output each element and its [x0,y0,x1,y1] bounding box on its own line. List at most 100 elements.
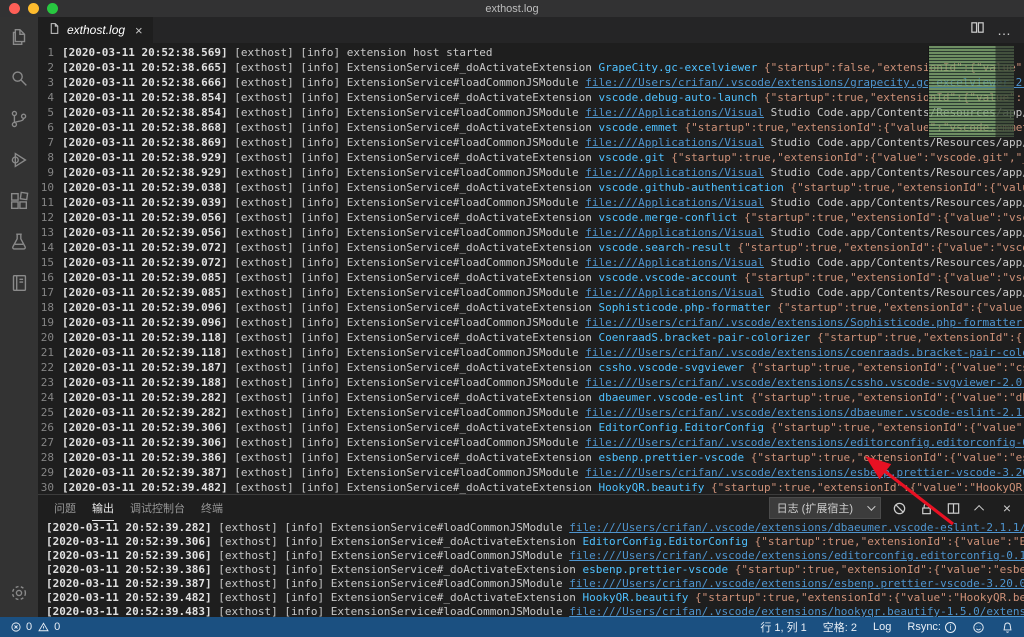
line-number: 28 [40,451,54,464]
log-line: 8 [2020-03-11 20:52:38.929] [exthost] [in… [38,150,1024,165]
editor[interactable]: 1 [2020-03-11 20:52:38.569] [exthost] [in… [38,43,1024,494]
close-panel-icon[interactable]: × [998,499,1016,517]
file-link[interactable]: file:///Users/crifan/.vscode/extensions/… [569,605,1024,617]
errors-indicator[interactable]: 0 [10,621,32,633]
line-number: 6 [47,121,54,134]
output-log[interactable]: [2020-03-11 20:52:39.282] [exthost] [inf… [38,521,1024,617]
tab-exthost-log[interactable]: exthost.log × [38,17,154,43]
extension-id: vscode.search-result [598,241,731,254]
line-number: 13 [40,226,54,239]
line-number: 19 [40,316,54,329]
file-link[interactable]: file:///Users/crifan/.vscode/extensions/… [585,346,1024,359]
more-actions-icon[interactable]: … [997,22,1012,38]
run-debug-icon[interactable] [7,148,31,172]
file-link[interactable]: file:///Users/crifan/.vscode/extensions/… [585,436,1024,449]
panel-tab-output[interactable]: 输出 [92,495,114,521]
extension-id: cssho.vscode-svgviewer [598,361,745,374]
activity-bar [0,17,38,617]
testing-beaker-icon[interactable] [7,230,31,254]
source-control-icon[interactable] [7,107,31,131]
timestamp: [2020-03-11 20:52:39.306] [46,549,212,562]
log-line: 16 [2020-03-11 20:52:39.085] [exthost] [i… [38,270,1024,285]
explorer-icon[interactable] [7,25,31,49]
bottom-panel: 问题 输出 调试控制台 终端 日志 (扩展宿主) × [2020-03-11 2… [38,494,1024,617]
timestamp: [2020-03-11 20:52:39.072] [62,241,228,254]
log-line: 10 [2020-03-11 20:52:39.038] [exthost] [i… [38,180,1024,195]
maximize-panel-icon[interactable] [971,499,989,517]
log-line: 24 [2020-03-11 20:52:39.282] [exthost] [i… [38,390,1024,405]
log-line: 7 [2020-03-11 20:52:38.869] [exthost] [in… [38,135,1024,150]
log-line: 6 [2020-03-11 20:52:38.868] [exthost] [in… [38,120,1024,135]
split-editor-icon[interactable] [970,20,985,40]
extensions-icon[interactable] [7,189,31,213]
timestamp: [2020-03-11 20:52:39.039] [62,196,228,209]
line-number: 27 [40,436,54,449]
timestamp: [2020-03-11 20:52:39.387] [46,577,212,590]
file-link[interactable]: file:///Applications/Visual [585,286,764,299]
lock-scroll-icon[interactable] [917,499,935,517]
rsync-status[interactable]: Rsync: i [907,621,956,633]
file-link[interactable]: file:///Users/crifan/.vscode/extensions/… [569,577,1024,590]
timestamp: [2020-03-11 20:52:38.854] [62,106,228,119]
file-link[interactable]: file:///Users/crifan/.vscode/extensions/… [569,521,1024,534]
timestamp: [2020-03-11 20:52:38.868] [62,121,228,134]
extension-id: HookyQR.beautify [598,481,705,494]
line-number: 3 [47,76,54,89]
warnings-indicator[interactable]: 0 [37,621,60,633]
timestamp: [2020-03-11 20:52:39.187] [62,361,228,374]
panel-tab-terminal[interactable]: 终端 [201,495,223,521]
file-link[interactable]: file:///Users/crifan/.vscode/extensions/… [585,466,1024,479]
panel-tab-debug-console[interactable]: 调试控制台 [130,495,185,521]
file-link[interactable]: file:///Applications/Visual [585,136,764,149]
language-mode[interactable]: Log [873,621,891,633]
file-link[interactable]: file:///Applications/Visual [585,226,764,239]
log-line: 1 [2020-03-11 20:52:38.569] [exthost] [in… [38,45,1024,60]
file-link[interactable]: file:///Applications/Visual [585,196,764,209]
file-link[interactable]: file:///Users/crifan/.vscode/extensions/… [585,376,1024,389]
timestamp: [2020-03-11 20:52:39.096] [62,301,228,314]
log-line: 12 [2020-03-11 20:52:39.056] [exthost] [i… [38,210,1024,225]
close-tab-icon[interactable]: × [135,23,143,38]
file-link[interactable]: file:///Users/crifan/.vscode/extensions/… [569,549,1024,562]
log-line: 21 [2020-03-11 20:52:39.118] [exthost] [i… [38,345,1024,360]
cursor-position[interactable]: 行 1, 列 1 [760,619,806,635]
status-bar: 0 0 行 1, 列 1 空格: 2 Log Rsync: i [0,617,1024,637]
split-panel-icon[interactable] [944,499,962,517]
log-line: 23 [2020-03-11 20:52:39.188] [exthost] [i… [38,375,1024,390]
notebook-icon[interactable] [7,271,31,295]
log-line: 25 [2020-03-11 20:52:39.282] [exthost] [i… [38,405,1024,420]
timestamp: [2020-03-11 20:52:39.482] [62,481,228,494]
log-line: 17 [2020-03-11 20:52:39.085] [exthost] [i… [38,285,1024,300]
indentation[interactable]: 空格: 2 [823,619,857,635]
feedback-smiley-icon[interactable] [972,621,985,634]
zoom-window-button[interactable] [47,3,58,14]
line-number: 24 [40,391,54,404]
log-line: 29 [2020-03-11 20:52:39.387] [exthost] [i… [38,465,1024,480]
line-number: 4 [47,91,54,104]
timestamp: [2020-03-11 20:52:38.929] [62,166,228,179]
file-link[interactable]: file:///Applications/Visual [585,256,764,269]
minimap[interactable] [928,46,1014,137]
file-link[interactable]: file:///Users/crifan/.vscode/extensions/… [585,406,1024,419]
clear-output-icon[interactable] [890,499,908,517]
file-link[interactable]: file:///Applications/Visual [585,106,764,119]
panel-tab-problems[interactable]: 问题 [54,495,76,521]
file-link[interactable]: file:///Applications/Visual [585,166,764,179]
close-window-button[interactable] [9,3,20,14]
timestamp: [2020-03-11 20:52:39.306] [62,436,228,449]
log-lines: 1 [2020-03-11 20:52:38.569] [exthost] [in… [38,45,1024,494]
output-channel-select[interactable]: 日志 (扩展宿主) [768,497,881,519]
log-line: 20 [2020-03-11 20:52:39.118] [exthost] [i… [38,330,1024,345]
search-icon[interactable] [7,66,31,90]
minimize-window-button[interactable] [28,3,39,14]
line-number: 7 [47,136,54,149]
settings-gear-icon[interactable] [7,581,31,605]
file-link[interactable]: file:///Users/crifan/.vscode/extensions/… [585,316,1024,329]
notifications-bell-icon[interactable] [1001,621,1014,634]
timestamp: [2020-03-11 20:52:39.282] [62,406,228,419]
line-number: 23 [40,376,54,389]
log-line: 18 [2020-03-11 20:52:39.096] [exthost] [i… [38,300,1024,315]
extension-id: HookyQR.beautify [582,591,689,604]
line-number: 25 [40,406,54,419]
line-number: 30 [40,481,54,494]
